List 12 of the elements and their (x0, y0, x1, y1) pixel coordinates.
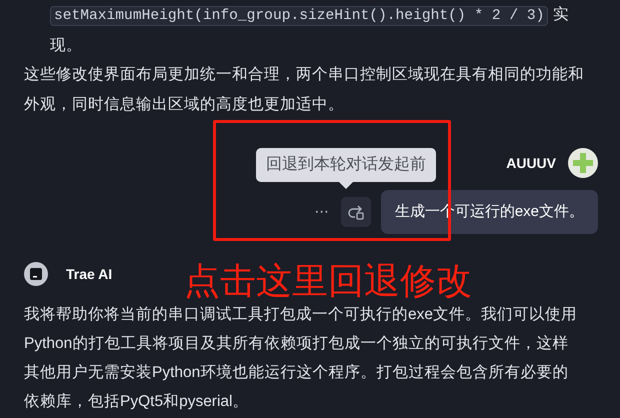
user-name: AUUUV (506, 154, 556, 172)
annotation-text: 点击这里回退修改 (184, 259, 472, 303)
message-paragraph: 我将帮助你将当前的串口调试工具打包成一个可执行的exe文件。我们可以使用Python的打包工具将项目及其所有依赖项打包成一个独立的可执行文件，这样其他用户无需安装Python环境也能运行这个程序。打包过程会包含所有必要的依赖库，包括PyQt5和pyserial。 (23, 305, 578, 412)
avatar-icon (568, 148, 598, 178)
assistant-name: Trae AI (66, 264, 112, 284)
message-paragraph: 这些修改使界面布局更加统一和合理，两个串口控制区域现在具有相同的功能和外观，同时信息输出区域的高度也更加适中。 (23, 65, 585, 115)
undo-button[interactable] (340, 197, 371, 227)
tooltip: 回退到本轮对话发起前 (256, 148, 436, 189)
undo-icon (348, 204, 364, 220)
list-item-text: setMaximumHeight(info_group.sizeHint().height() * 2 / 3) 实现。 (49, 5, 570, 56)
avatar-icon (24, 262, 48, 286)
more-button[interactable]: ··· (312, 202, 331, 222)
